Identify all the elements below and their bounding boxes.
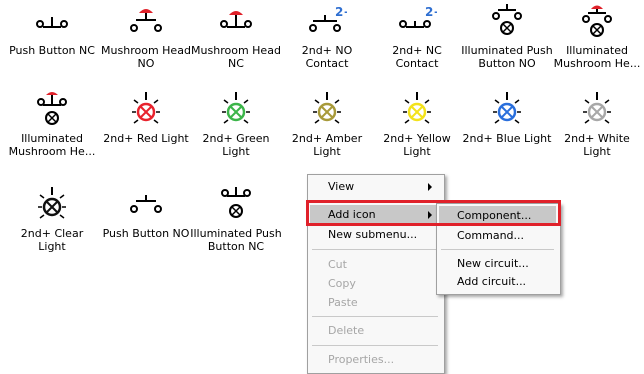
menu-separator — [312, 316, 438, 317]
icon-item[interactable]: Illuminated Mushroom He... — [550, 2, 644, 70]
icon-item[interactable]: 2nd+ Amber Light — [280, 90, 374, 158]
icon-label: Mushroom Head NC — [191, 44, 281, 70]
push-button-nc-icon — [36, 17, 68, 28]
submenu-arrow-icon — [428, 183, 432, 191]
menu-item-label: View — [328, 180, 355, 193]
illuminated-mushroom-head-icon — [582, 5, 612, 37]
icon-item[interactable]: Push Button NC — [5, 2, 99, 57]
icon-item[interactable]: 2nd+ Blue Light — [460, 90, 554, 145]
icon-item[interactable]: Mushroom Head NO — [99, 2, 193, 70]
no-contact-icon: 2+ — [309, 5, 347, 32]
annotation-highlight-box — [306, 200, 561, 226]
illuminated-mushroom-head-nc-icon — [37, 92, 67, 125]
white-light-icon — [583, 92, 611, 124]
menu-item-label: Add circuit... — [457, 275, 527, 288]
menu-item-label: Properties... — [328, 353, 395, 366]
icon-label: 2nd+ NO Contact — [301, 44, 353, 70]
icon-item[interactable]: 2nd+ Red Light — [99, 90, 193, 145]
menu-item-new-submenu[interactable]: New submenu... — [310, 225, 440, 245]
icon-label: 2nd+ Clear Light — [20, 227, 84, 253]
icon-item[interactable]: 2nd+ White Light — [550, 90, 644, 158]
menu-item-label: Delete — [328, 324, 365, 337]
menu-item-copy[interactable]: Copy — [310, 274, 440, 294]
blue-light-icon — [493, 92, 521, 124]
menu-item-properties[interactable]: Properties... — [310, 350, 440, 370]
icon-label: 2nd+ Amber Light — [291, 132, 363, 158]
menu-item-paste[interactable]: Paste — [310, 293, 440, 313]
green-light-icon — [222, 92, 250, 124]
menu-item-label: Copy — [328, 277, 356, 290]
menu-item-label: Command... — [457, 229, 525, 242]
icon-label: Illuminated Push Button NC — [190, 227, 282, 253]
icon-label: 2nd+ Yellow Light — [383, 132, 451, 158]
menu-item-label: Paste — [328, 296, 358, 309]
icon-item[interactable]: 2nd+ Clear Light — [5, 185, 99, 253]
badge-2plus: 2+ — [425, 5, 437, 19]
menu-item-cut[interactable]: Cut — [310, 255, 440, 275]
menu-item-view[interactable]: View — [310, 177, 440, 197]
icon-label: 2nd+ Red Light — [103, 132, 189, 145]
icon-label: 2nd+ White Light — [564, 132, 630, 158]
badge-2plus: 2+ — [335, 5, 347, 19]
menu-item-add-circuit[interactable]: Add circuit... — [439, 272, 556, 292]
push-button-no-icon — [130, 195, 162, 213]
menu-item-label: Cut — [328, 258, 347, 271]
icon-item[interactable]: 2nd+ Green Light — [189, 90, 283, 158]
icon-label: 2nd+ NC Contact — [392, 44, 442, 70]
icon-label: Illuminated Mushroom He... — [8, 132, 96, 158]
icon-label: Illuminated Mushroom He... — [553, 44, 641, 70]
icon-label: 2nd+ Blue Light — [462, 132, 552, 145]
red-light-icon — [132, 92, 160, 124]
icon-item[interactable]: 2nd+ Yellow Light — [370, 90, 464, 158]
icon-item[interactable]: Illuminated Mushroom He... — [5, 90, 99, 158]
icon-label: 2nd+ Green Light — [202, 132, 270, 158]
menu-item-delete[interactable]: Delete — [310, 321, 440, 341]
icon-item[interactable]: 2+ 2nd+ NO Contact — [280, 2, 374, 70]
menu-item-new-circuit[interactable]: New circuit... — [439, 254, 556, 274]
menu-separator — [312, 345, 438, 346]
icon-label: Push Button NO — [102, 227, 190, 240]
icon-item[interactable]: Mushroom Head NC — [189, 2, 283, 70]
yellow-light-icon — [403, 92, 431, 124]
clear-light-icon — [38, 187, 66, 219]
menu-item-label: New submenu... — [328, 228, 418, 241]
illuminated-push-button-nc-icon — [221, 187, 251, 218]
menu-item-command[interactable]: Command... — [439, 226, 556, 246]
mushroom-head-no-icon — [130, 9, 162, 32]
icon-label: Mushroom Head NO — [101, 44, 191, 70]
menu-separator — [441, 249, 554, 250]
icon-item[interactable]: Illuminated Push Button NC — [189, 185, 283, 253]
icon-item[interactable]: 2+ 2nd+ NC Contact — [370, 2, 464, 70]
icon-label: Push Button NC — [9, 44, 95, 57]
icon-label: Illuminated Push Button NO — [461, 44, 553, 70]
amber-light-icon — [313, 92, 341, 124]
icon-item[interactable]: Illuminated Push Button NO — [460, 2, 554, 70]
menu-item-label: New circuit... — [457, 257, 529, 270]
mushroom-head-nc-icon — [220, 11, 252, 28]
menu-separator — [312, 249, 438, 250]
illuminated-push-button-no-icon — [492, 4, 522, 35]
nc-contact-icon: 2+ — [399, 5, 437, 28]
icon-item[interactable]: Push Button NO — [99, 185, 193, 240]
